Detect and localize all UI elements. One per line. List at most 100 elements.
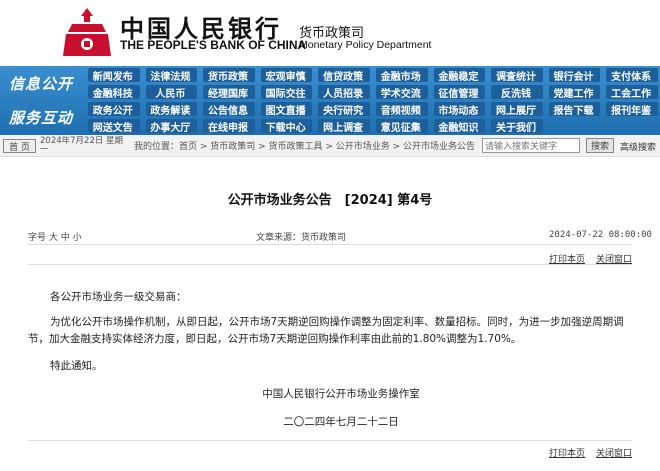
nav-item-label: 金融知识	[438, 122, 479, 134]
nav-item-label: 宏观审慎	[265, 71, 306, 83]
search-button[interactable]: 搜索	[586, 138, 614, 153]
nav-item-label: 央行研究	[323, 105, 364, 117]
nav-item-label: 网上展厅	[495, 105, 536, 117]
nav-item-label: 图文直播	[265, 105, 306, 117]
nav-item-label: 人员招录	[323, 88, 364, 100]
nav-item-label: 在线申报	[207, 122, 248, 134]
nav-item-label: 经理国库	[207, 88, 248, 100]
nav-item-label: 学术交流	[380, 88, 421, 100]
nav-item[interactable]: 网上展厅	[487, 101, 545, 117]
nav-item[interactable]: 金融知识	[430, 118, 488, 134]
site-header: 中国人民银行 THE PEOPLE'S BANK OF CHINA 货币政策司 …	[0, 0, 660, 66]
nav-item-label: 网送文告	[92, 122, 133, 134]
nav-row: 金融科技 人民币 经理国库 国际交往 人员招录 学术交流 征信管理 反洗钱 党建工作 工会工作	[84, 84, 660, 100]
nav-item[interactable]: 工会工作	[602, 84, 660, 100]
advanced-search-link[interactable]: 高级搜索	[620, 140, 656, 153]
nav-item-label: 人民币	[155, 88, 186, 100]
nav-item[interactable]: 下载中心	[257, 118, 315, 134]
nav-item-label: 公告信息	[207, 105, 248, 117]
nav-item-label: 调查统计	[495, 71, 536, 83]
close-window-link-bottom[interactable]: 关闭窗口	[596, 446, 632, 459]
divider	[28, 264, 632, 265]
nav-item-label: 征信管理	[438, 88, 479, 100]
nav-item[interactable]: 宏观审慎	[257, 67, 315, 83]
nav-item-label: 国际交往	[265, 88, 306, 100]
nav-row: 新闻发布 法律法规 货币政策 宏观审慎 信贷政策 金融市场 金融稳定 调查统计 银行会计 支付体系	[84, 67, 660, 83]
nav-item[interactable]: 市场动态	[430, 101, 488, 117]
signature-date: 二〇二四年七月二十二日	[283, 416, 399, 428]
nav-item-label: 工会工作	[611, 88, 652, 100]
nav-item[interactable]: 央行研究	[314, 101, 372, 117]
nav-item[interactable]: 公告信息	[199, 101, 257, 117]
nav-item-label: 金融市场	[380, 71, 421, 83]
nav-label-info: 信息公开	[8, 75, 73, 93]
nav-item[interactable]: 关于我们	[487, 118, 545, 134]
bank-name-en: THE PEOPLE'S BANK OF CHINA	[120, 38, 307, 52]
nav-item-label: 银行会计	[553, 71, 594, 83]
nav-item[interactable]: 党建工作	[545, 84, 603, 100]
nav-item[interactable]: 货币政策	[199, 67, 257, 83]
nav-item-label: 法律法规	[150, 71, 191, 83]
article-time: 2024-07-22 08:00:00	[549, 230, 652, 240]
dept-name-en: Monetary Policy Department	[299, 39, 432, 51]
nav-item[interactable]: 意见征集	[372, 118, 430, 134]
bank-emblem-icon	[63, 8, 111, 56]
nav-item[interactable]: 金融科技	[84, 84, 142, 100]
nav-item-label: 支付体系	[611, 71, 652, 83]
nav-item[interactable]: 网上调查	[314, 118, 372, 134]
nav-item-label: 下载中心	[265, 122, 306, 134]
nav-item[interactable]: 国际交往	[257, 84, 315, 100]
nav-item[interactable]: 报告下载	[545, 101, 603, 117]
nav-item[interactable]: 征信管理	[430, 84, 488, 100]
page-title: 公开市场业务公告 [2024] 第4号	[227, 193, 433, 208]
nav-item-label: 金融稳定	[438, 71, 479, 83]
current-date: 2024年7月22日 星期一	[40, 136, 124, 155]
nav-item-label: 办事大厅	[150, 122, 191, 134]
print-link-bottom[interactable]: 打印本页	[549, 446, 585, 459]
nav-item-label: 市场动态	[438, 105, 479, 117]
nav-item[interactable]: 支付体系	[602, 67, 660, 83]
nav-label-service: 服务互动	[8, 109, 73, 127]
nav-item-label: 反洗钱	[500, 88, 531, 100]
nav-item-label: 政务解读	[150, 105, 191, 117]
nav-item[interactable]: 政务解读	[142, 101, 200, 117]
announcement-paragraph: 为优化公开市场操作机制，从即日起，公开市场7天期逆回购操作调整为固定利率、数量招…	[28, 316, 624, 345]
font-size-selector[interactable]: 字号 大 中 小	[28, 230, 82, 243]
breadcrumb: 我的位置：首页 > 货币政策司 > 货币政策工具 > 公开市场业务 > 公开市场…	[134, 142, 476, 152]
nav-item[interactable]: 在线申报	[199, 118, 257, 134]
nav-item[interactable]: 反洗钱	[487, 84, 545, 100]
nav-item[interactable]: 音频视频	[372, 101, 430, 117]
nav-item[interactable]: 网送文告	[84, 118, 142, 134]
nav-item[interactable]: 法律法规	[142, 67, 200, 83]
nav-item[interactable]: 图文直播	[257, 101, 315, 117]
search-input[interactable]	[482, 138, 580, 153]
nav-item-label: 金融科技	[92, 88, 133, 100]
nav-item[interactable]: 学术交流	[372, 84, 430, 100]
nav-item[interactable]: 新闻发布	[84, 67, 142, 83]
nav-item[interactable]: 政务公开	[84, 101, 142, 117]
nav-item[interactable]: 经理国库	[199, 84, 257, 100]
divider	[28, 440, 632, 441]
nav-item-label: 关于我们	[495, 122, 536, 134]
nav-item[interactable]: 银行会计	[545, 67, 603, 83]
article: 公开市场业务公告 [2024] 第4号 字号 大 中 小 文章来源：货币政策司 …	[0, 157, 660, 471]
nav-item-label: 报刊年鉴	[611, 105, 652, 117]
nav-row: 政务公开 政务解读 公告信息 图文直播 央行研究 音频视频 市场动态 网上展厅 报告下载 报刊年鉴	[84, 101, 660, 117]
main-nav: 信息公开 服务互动 新闻发布 法律法规 货币政策 宏观审慎 信贷政策 金融市场 金融稳定 调查…	[0, 66, 660, 135]
article-source: 文章来源：货币政策司	[256, 233, 347, 243]
nav-item[interactable]: 信贷政策	[314, 67, 372, 83]
nav-item[interactable]: 报刊年鉴	[602, 101, 660, 117]
nav-grid: 新闻发布 法律法规 货币政策 宏观审慎 信贷政策 金融市场 金融稳定 调查统计 银行会计 支付体系…	[84, 67, 660, 135]
signature-org: 中国人民银行公开市场业务操作室	[262, 388, 420, 400]
nav-row: 网送文告 办事大厅 在线申报 下载中心 网上调查 意见征集 金融知识 关于我们	[84, 118, 660, 134]
nav-item[interactable]: 金融市场	[372, 67, 430, 83]
home-button[interactable]: 首 页	[3, 139, 36, 153]
nav-item[interactable]: 调查统计	[487, 67, 545, 83]
nav-item[interactable]: 办事大厅	[142, 118, 200, 134]
nav-item[interactable]: 金融稳定	[430, 67, 488, 83]
nav-item[interactable]: 人员招录	[314, 84, 372, 100]
nav-item[interactable]: 人民币	[142, 84, 200, 100]
nav-item-label: 报告下载	[553, 105, 594, 117]
notice-line: 特此通知。	[50, 360, 103, 372]
greeting: 各公开市场业务一级交易商：	[50, 291, 187, 303]
